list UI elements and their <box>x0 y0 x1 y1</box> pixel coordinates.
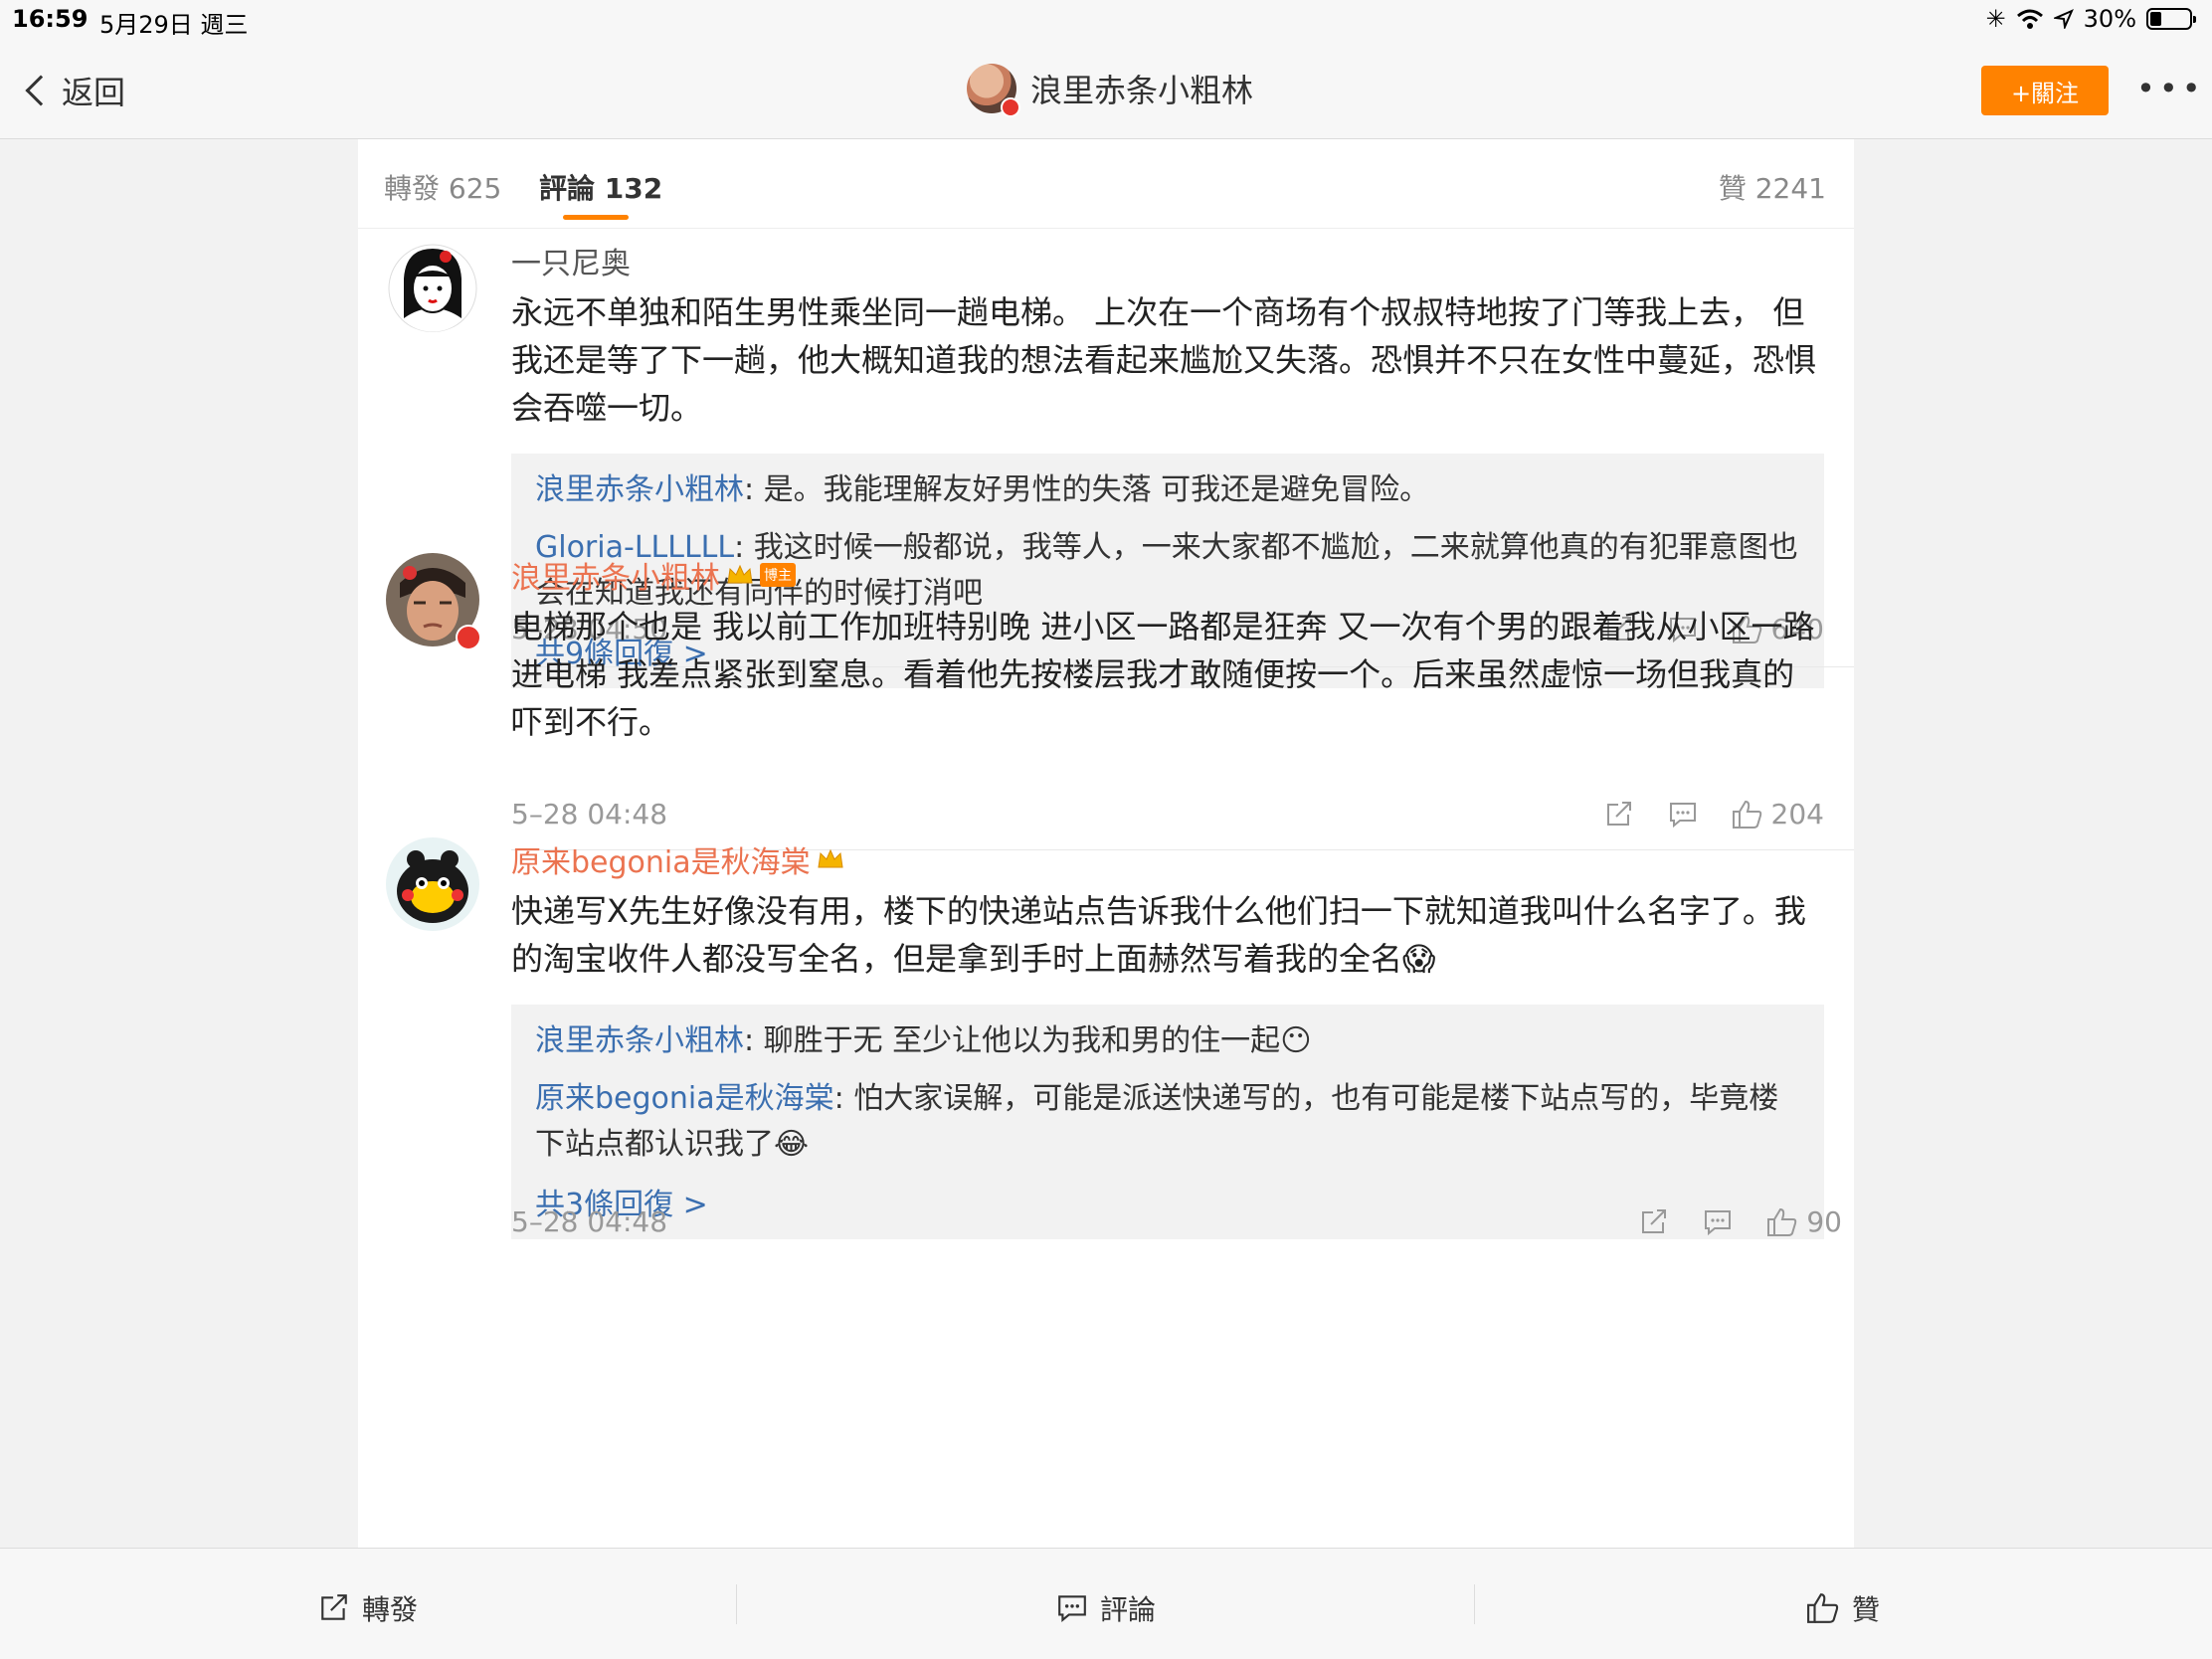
avatar[interactable] <box>386 239 479 332</box>
reply-item[interactable]: 原来begonia是秋海棠: 怕大家误解，可能是派送快递写的，也有可能是楼下站点… <box>535 1076 1800 1168</box>
comment-meta: 5–28 04:48 204 <box>511 798 1824 837</box>
comment-text: 永远不单独和陌生男性乘坐同一趟电梯。 上次在一个商场有个叔叔特地按了门等我上去，… <box>511 293 1817 427</box>
thumbs-up-icon <box>1732 800 1761 829</box>
author-name[interactable]: 原来begonia是秋海棠 <box>511 837 811 881</box>
loading-icon: ✳ <box>1985 5 2006 33</box>
share-icon[interactable] <box>1639 1208 1669 1236</box>
comment-icon[interactable] <box>1668 801 1698 829</box>
tab-bar: 轉發 625 評論 132 贊 2241 <box>358 139 1854 229</box>
comment-icon <box>1058 1595 1086 1623</box>
scared-face-emoji-icon: 😱 <box>1402 940 1436 978</box>
crown-icon <box>818 848 843 868</box>
comment-author[interactable]: 原来begonia是秋海棠 <box>511 837 1824 881</box>
battery-icon <box>2146 8 2196 30</box>
like-label: 贊 <box>1852 1593 1881 1626</box>
user-avatar-drawing <box>386 239 479 332</box>
share-icon[interactable] <box>1604 801 1634 829</box>
location-icon <box>2053 9 2074 29</box>
comment-text-content: 快递写X先生好像没有用，楼下的快递站点告诉我什么他们扫一下就知道我叫什么名字了。… <box>511 892 1806 978</box>
active-tab-indicator <box>563 215 629 220</box>
battery-level <box>2150 12 2161 26</box>
status-date: 5月29日 週三 <box>99 11 249 39</box>
wifi-icon <box>2016 9 2043 29</box>
comment-meta: 5–28 04:48 90 <box>511 1205 1842 1245</box>
divider <box>1474 1584 1475 1624</box>
status-bar: 16:59 5月29日 週三 ✳ 30% <box>0 0 2212 40</box>
like-count: 204 <box>1770 798 1824 830</box>
share-icon <box>321 1594 347 1620</box>
like-button[interactable]: 204 <box>1732 798 1824 830</box>
chevron-left-icon <box>25 75 57 106</box>
comment-actions: 204 <box>1604 798 1824 830</box>
avatar[interactable] <box>386 837 479 931</box>
comment-author[interactable]: 一只尼奥 <box>511 239 1824 282</box>
bottom-toolbar: 轉發 評論 贊 <box>0 1548 2212 1659</box>
reply-item[interactable]: 浪里赤条小粗林: 聊胜于无 至少让他以为我和男的住一起😶 <box>535 1018 1800 1064</box>
comments-card: 轉發 625 評論 132 贊 2241 一只尼奥 永远不单独和陌生男性乘坐同一… <box>358 139 1854 1548</box>
comment-text: 快递写X先生好像没有用，楼下的快递站点告诉我什么他们扫一下就知道我叫什么名字了。… <box>511 887 1824 983</box>
repost-label: 轉發 <box>362 1593 419 1626</box>
tab-repost[interactable]: 轉發 625 <box>384 167 501 207</box>
like-count: 90 <box>1806 1205 1842 1238</box>
page-title: 浪里赤条小粗林 <box>1030 72 1254 109</box>
status-time: 16:59 <box>12 5 89 33</box>
comment-author[interactable]: 浪里赤条小粗林 博主 <box>511 553 1824 597</box>
author-name[interactable]: 一只尼奥 <box>511 239 631 282</box>
comment-button[interactable]: 評論 <box>1056 1588 1156 1628</box>
profile-header[interactable]: 浪里赤条小粗林 <box>967 64 1254 117</box>
comment-body: 原来begonia是秋海棠 快递写X先生好像没有用，楼下的快递站点告诉我什么他们… <box>511 837 1824 1239</box>
comment-text: 电梯那个也是 我以前工作加班特别晚 进小区一路都是狂奔 又一次有个男的跟着我从小… <box>511 608 1815 741</box>
author-name[interactable]: 浪里赤条小粗林 <box>511 553 720 597</box>
reply-author[interactable]: 浪里赤条小粗林 <box>535 472 744 507</box>
avatar[interactable] <box>967 64 1020 117</box>
navigation-bar: 返回 浪里赤条小粗林 +關注 ••• <box>0 40 2212 139</box>
reply-text: : 是。我能理解友好男性的失落 可我还是避免冒险。 <box>744 472 1430 507</box>
verified-badge-icon <box>456 625 481 650</box>
reply-text: : 聊胜于无 至少让他以为我和男的住一起 <box>744 1023 1281 1058</box>
comment-label: 評論 <box>1100 1593 1157 1626</box>
tab-comments[interactable]: 評論 132 <box>539 167 662 207</box>
thumbs-up-icon <box>1767 1207 1797 1236</box>
thumbs-up-icon <box>1807 1593 1839 1623</box>
back-button[interactable]: 返回 <box>20 68 125 113</box>
sad-face-emoji-icon: 😶 <box>1280 1023 1312 1058</box>
comment-time: 5–28 04:48 <box>511 798 668 830</box>
battery-percent: 30% <box>2083 5 2136 33</box>
user-avatar-drawing <box>386 837 479 931</box>
crying-laugh-emoji-icon: 😂 <box>774 1127 810 1162</box>
follow-button[interactable]: +關注 <box>1981 66 2109 115</box>
comment-body: 浪里赤条小粗林 博主 电梯那个也是 我以前工作加班特别晚 进小区一路都是狂奔 又… <box>511 553 1824 746</box>
more-options-icon[interactable]: ••• <box>2136 70 2205 107</box>
comment-time: 5–28 04:48 <box>511 1205 668 1238</box>
comment-actions: 90 <box>1639 1205 1842 1238</box>
divider <box>736 1584 737 1624</box>
like-button[interactable]: 贊 <box>1806 1588 1880 1628</box>
crown-icon <box>727 564 753 584</box>
blogger-badge: 博主 <box>760 563 796 587</box>
reply-item[interactable]: 浪里赤条小粗林: 是。我能理解友好男性的失落 可我还是避免冒险。 <box>535 467 1800 513</box>
repost-button[interactable]: 轉發 <box>318 1588 418 1628</box>
back-label: 返回 <box>62 74 126 111</box>
comment-icon[interactable] <box>1703 1208 1733 1236</box>
tab-likes[interactable]: 贊 2241 <box>1719 167 1826 207</box>
status-right: ✳ 30% <box>1985 5 2196 33</box>
replies-box[interactable]: 浪里赤条小粗林: 聊胜于无 至少让他以为我和男的住一起😶 原来begonia是秋… <box>511 1005 1824 1239</box>
verified-badge-icon <box>1001 97 1020 117</box>
like-button[interactable]: 90 <box>1766 1205 1842 1238</box>
reply-author[interactable]: 浪里赤条小粗林 <box>535 1023 744 1058</box>
reply-author[interactable]: 原来begonia是秋海棠 <box>535 1081 834 1116</box>
